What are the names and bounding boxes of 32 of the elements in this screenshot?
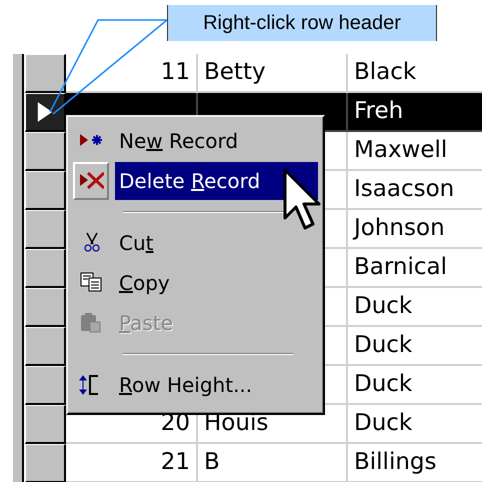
table-cell: Duck (348, 366, 482, 405)
table-cell: Duck (348, 327, 482, 366)
row-header[interactable] (25, 54, 66, 93)
table-cell: Duck (348, 288, 482, 327)
menu-item[interactable]: New Record (115, 122, 318, 160)
row-header[interactable] (25, 93, 66, 132)
row-header[interactable] (25, 132, 66, 171)
copy-icon (78, 272, 104, 294)
current-record-icon (36, 101, 54, 123)
table-cell: Duck (348, 405, 482, 444)
table-cell: Billings (348, 444, 482, 482)
table-cell: Maxwell (348, 132, 482, 171)
menu-item[interactable]: Row Height... (115, 366, 318, 404)
table-cell: Barnical (348, 249, 482, 288)
row-header[interactable] (25, 210, 66, 249)
row-header[interactable] (25, 405, 66, 444)
row-header[interactable] (25, 249, 66, 288)
table-cell: B (198, 444, 348, 482)
delete-record-icon (78, 170, 104, 192)
row-header[interactable] (25, 327, 66, 366)
table-cell: 21 (66, 444, 198, 482)
row-header[interactable] (25, 444, 66, 482)
table-cell: Freh (348, 93, 482, 132)
table-cell: Isaacson (348, 171, 482, 210)
menu-item[interactable]: Copy (115, 264, 318, 302)
menu-item[interactable]: Delete Record (115, 162, 318, 200)
row-header[interactable] (25, 366, 66, 405)
row-header[interactable] (25, 171, 66, 210)
menu-item[interactable]: Cut (115, 224, 318, 262)
table-cell: Johnson (348, 210, 482, 249)
callout-label: Right-click row header (167, 5, 437, 41)
row-header[interactable] (25, 288, 66, 327)
